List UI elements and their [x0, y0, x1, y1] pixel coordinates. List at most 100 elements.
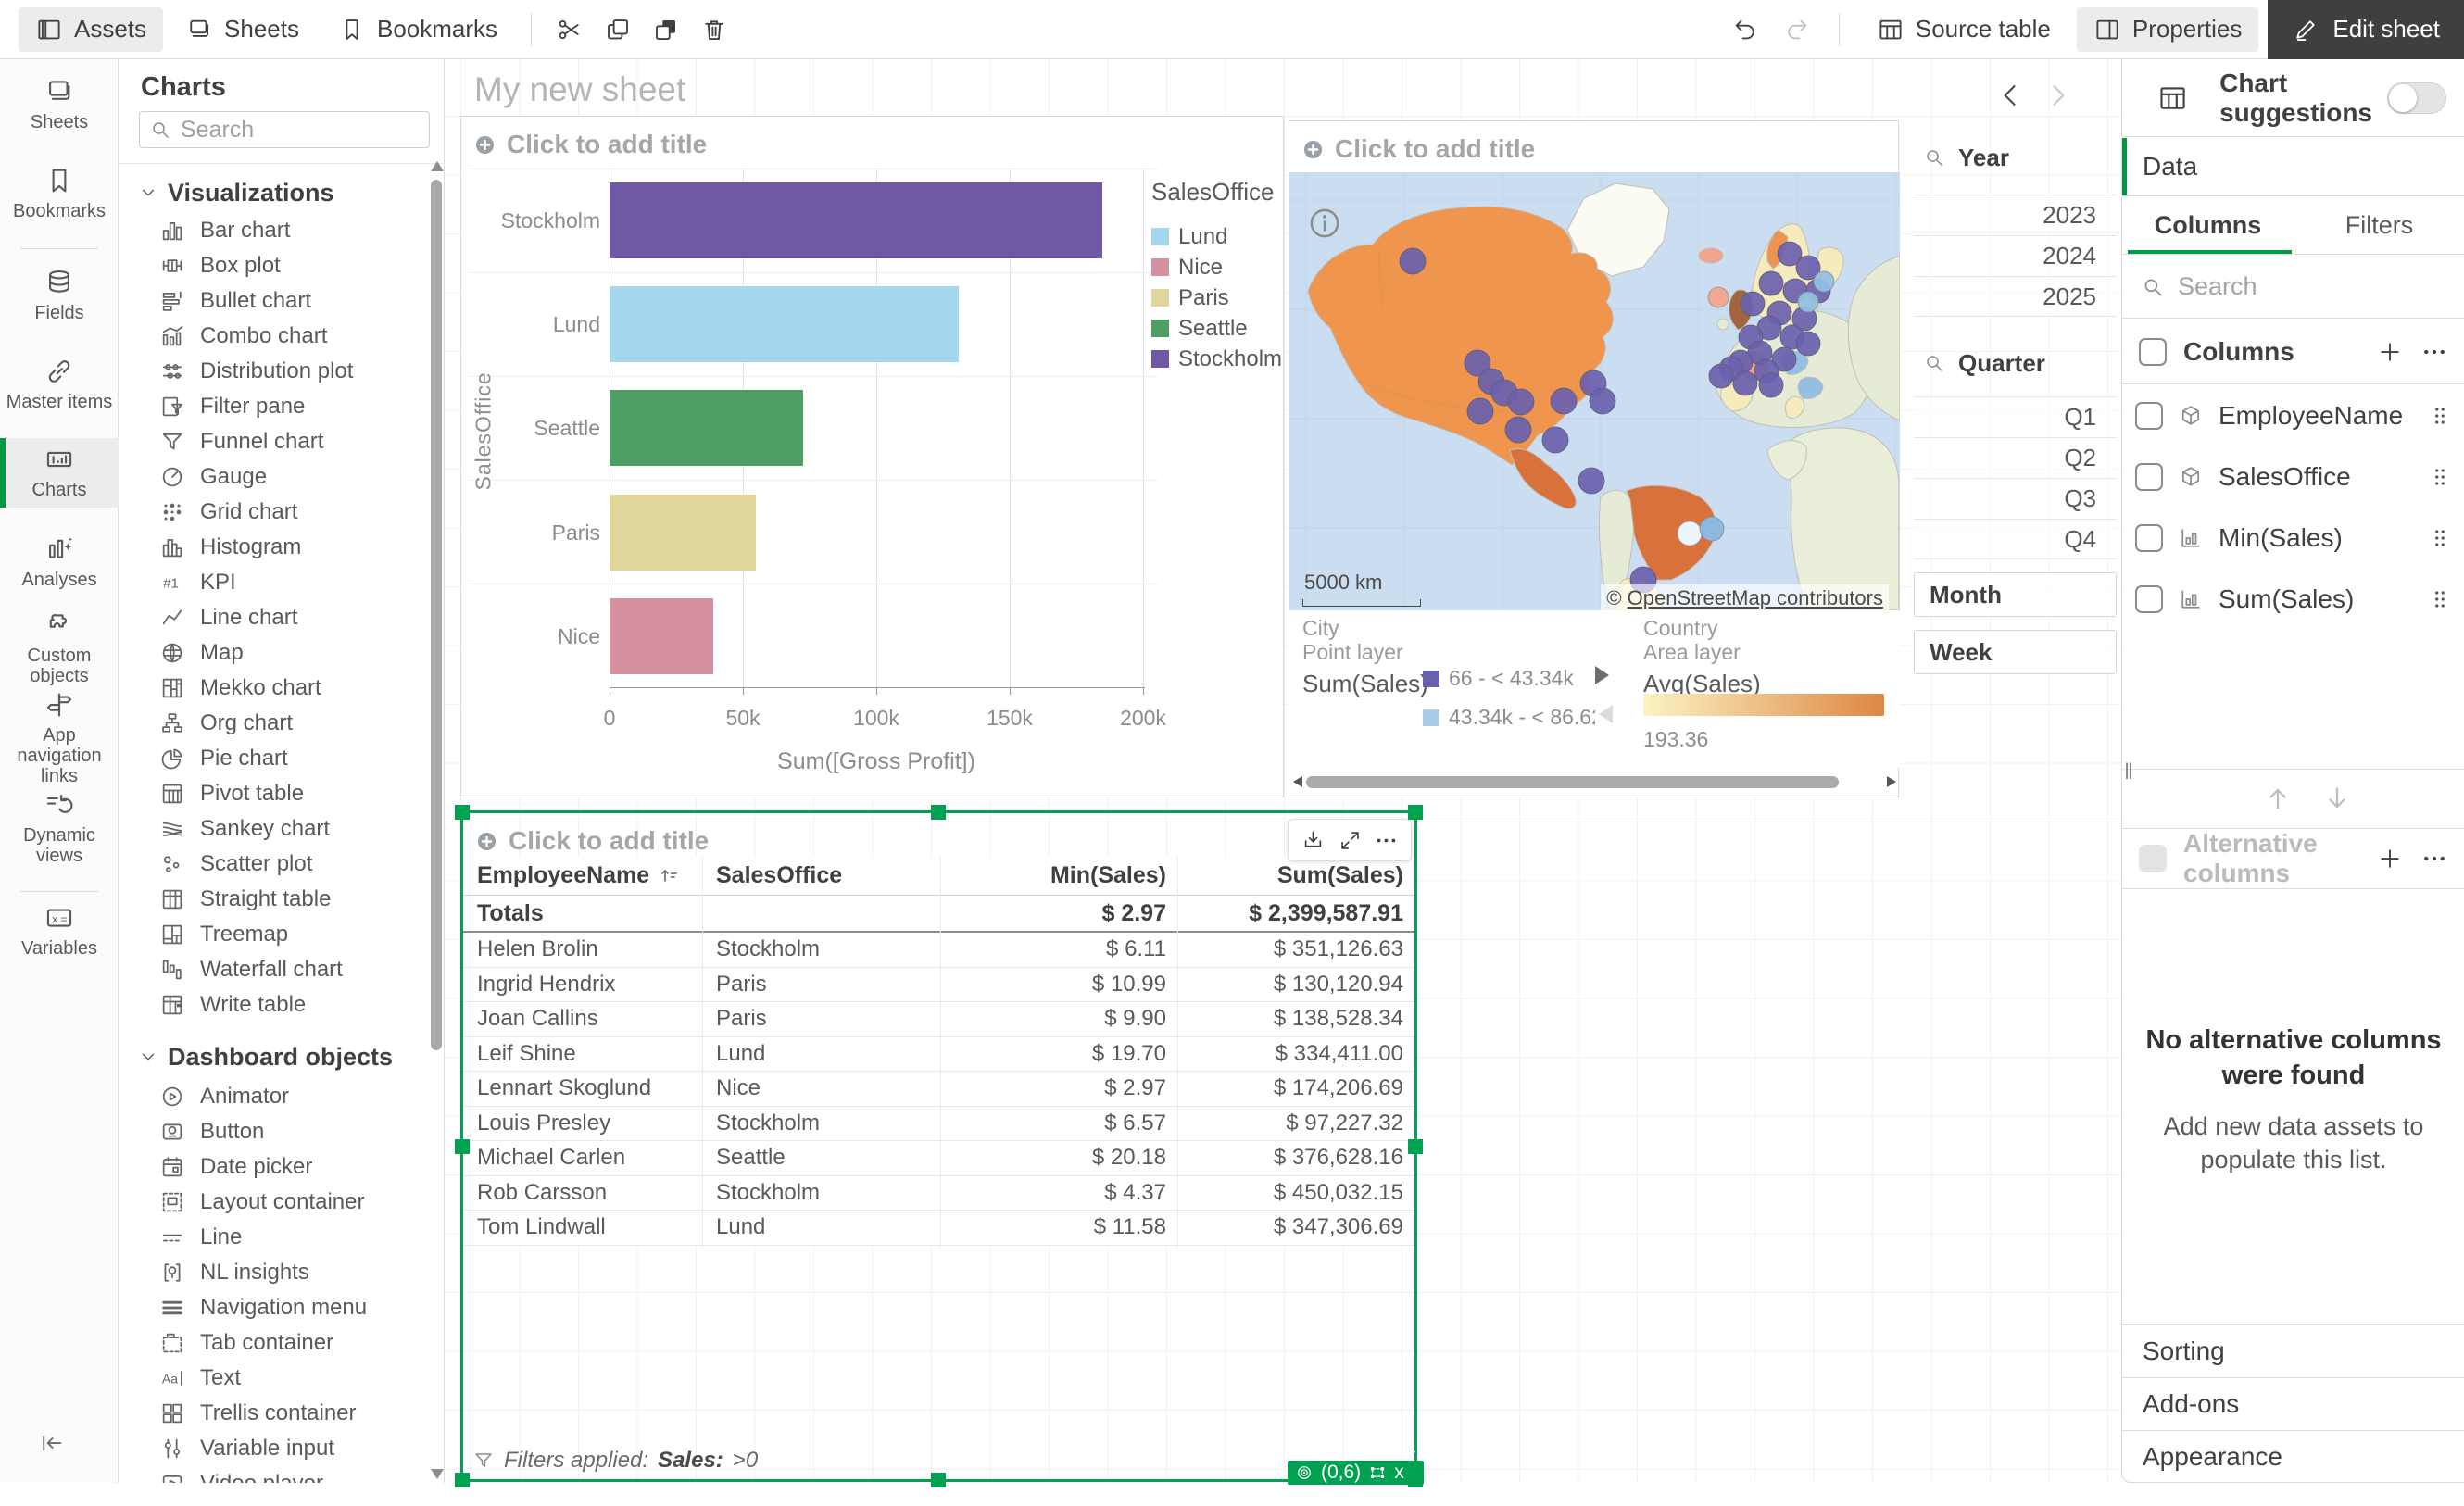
asset-item-gauge[interactable]: Gauge: [119, 459, 424, 495]
resize-handle[interactable]: [455, 805, 470, 820]
table-row[interactable]: Louis PresleyStockholm$ 6.57$ 97,227.32: [463, 1107, 1414, 1142]
cut-button[interactable]: [548, 8, 591, 51]
table-row[interactable]: Helen BrolinStockholm$ 6.11$ 351,126.63: [463, 933, 1414, 968]
asset-item-pivot-table[interactable]: Pivot table: [119, 776, 424, 811]
rail-item-custom-objects[interactable]: Customobjects: [0, 604, 119, 694]
resize-handle[interactable]: [455, 1473, 470, 1487]
drag-handle-icon[interactable]: [2428, 463, 2452, 491]
asset-item-filter-pane[interactable]: Filter pane: [119, 389, 424, 424]
filter-value-2024[interactable]: 2024: [1914, 235, 2117, 276]
legend-item-stockholm[interactable]: Stockholm: [1151, 344, 1283, 374]
chart-title-placeholder[interactable]: Click to add title: [472, 130, 707, 159]
filter-collapsed-week[interactable]: Week: [1914, 630, 2117, 674]
data-section-header[interactable]: Data: [2122, 138, 2464, 196]
rail-item-master-items[interactable]: Master items: [0, 350, 119, 420]
bookmarks-tab[interactable]: Bookmarks: [321, 7, 514, 52]
asset-item-grid-chart[interactable]: Grid chart: [119, 495, 424, 530]
filter-header-quarter[interactable]: Quarter: [1914, 343, 2117, 383]
column-header[interactable]: SalesOffice: [702, 862, 940, 889]
asset-item-sankey-chart[interactable]: Sankey chart: [119, 811, 424, 847]
asset-item-distribution-plot[interactable]: Distribution plot: [119, 354, 424, 389]
collapse-rail-icon[interactable]: [33, 1429, 74, 1461]
asset-item-variable-input[interactable]: Variable input: [119, 1431, 424, 1466]
filter-value-2023[interactable]: 2023: [1914, 195, 2117, 235]
scroll-up-icon[interactable]: [431, 161, 444, 171]
paste-button[interactable]: [645, 8, 687, 51]
table-row[interactable]: Tom LindwallLund$ 11.58$ 347,306.69: [463, 1211, 1414, 1246]
scrollbar-thumb[interactable]: [431, 180, 442, 1050]
asset-item-histogram[interactable]: Histogram: [119, 530, 424, 565]
rail-item-analyses[interactable]: Analyses: [0, 528, 119, 597]
asset-item-waterfall-chart[interactable]: Waterfall chart: [119, 952, 424, 987]
column-checkbox[interactable]: [2135, 463, 2163, 491]
asset-item-nl-insights[interactable]: NL insights: [119, 1255, 424, 1290]
tab-columns[interactable]: Columns: [2122, 211, 2294, 240]
bar-stockholm[interactable]: [610, 182, 1102, 258]
asset-item-line-chart[interactable]: Line chart: [119, 600, 424, 635]
asset-item-write-table[interactable]: Write table: [119, 987, 424, 1023]
column-header[interactable]: EmployeeName: [463, 862, 702, 889]
asset-item-bullet-chart[interactable]: Bullet chart: [119, 283, 424, 319]
scroll-right-icon[interactable]: [1887, 776, 1896, 787]
chart-suggestions-toggle[interactable]: [2387, 82, 2446, 114]
columns-search[interactable]: [2122, 256, 2464, 319]
assets-search[interactable]: [139, 111, 430, 148]
column-header[interactable]: Sum(Sales): [1177, 862, 1414, 889]
bar-seattle[interactable]: [610, 390, 803, 466]
column-checkbox[interactable]: [2135, 524, 2163, 552]
add-column-icon[interactable]: [2376, 338, 2404, 366]
resize-handle[interactable]: [931, 805, 946, 820]
asset-item-scatter-plot[interactable]: Scatter plot: [119, 847, 424, 882]
columns-select-all-checkbox[interactable]: [2139, 338, 2167, 366]
legend-item-paris[interactable]: Paris: [1151, 282, 1283, 313]
asset-item-org-chart[interactable]: Org chart: [119, 706, 424, 741]
rail-item-dynamic-views[interactable]: Dynamicviews: [0, 784, 119, 873]
legend-item-nice[interactable]: Nice: [1151, 252, 1283, 282]
tab-filters[interactable]: Filters: [2294, 211, 2464, 240]
asset-item-tab-container[interactable]: Tab container: [119, 1325, 424, 1361]
property-column-minsales[interactable]: Min(Sales): [2122, 508, 2464, 569]
asset-item-pie-chart[interactable]: Pie chart: [119, 741, 424, 776]
asset-item-line[interactable]: Line: [119, 1220, 424, 1255]
asset-item-kpi[interactable]: #1KPI: [119, 565, 424, 600]
filter-header-year[interactable]: Year: [1914, 137, 2117, 178]
drag-handle-icon[interactable]: [2428, 585, 2452, 613]
straight-table-object[interactable]: Click to add title EmployeeNameSalesOffi…: [460, 810, 1417, 1482]
bar-paris[interactable]: [610, 495, 756, 571]
property-column-sumsales[interactable]: Sum(Sales): [2122, 569, 2464, 630]
scroll-down-icon[interactable]: [431, 1469, 444, 1479]
download-icon[interactable]: [1301, 828, 1326, 853]
table-row[interactable]: Rob CarssonStockholm$ 4.37$ 450,032.15: [463, 1176, 1414, 1211]
filter-value-q1[interactable]: Q1: [1914, 396, 2117, 437]
asset-item-funnel-chart[interactable]: Funnel chart: [119, 424, 424, 459]
assets-tab[interactable]: Assets: [19, 7, 163, 52]
info-icon[interactable]: [1306, 205, 1343, 242]
rail-item-charts[interactable]: Charts: [0, 438, 119, 508]
rail-item-sheets[interactable]: Sheets: [0, 70, 119, 140]
property-column-salesoffice[interactable]: SalesOffice: [2122, 446, 2464, 508]
resize-handle[interactable]: [1408, 1139, 1423, 1154]
scrollbar-thumb[interactable]: [1306, 776, 1839, 788]
asset-item-text[interactable]: AaText: [119, 1361, 424, 1396]
filter-value-q3[interactable]: Q3: [1914, 478, 2117, 519]
map-title-placeholder[interactable]: Click to add title: [1301, 134, 1535, 164]
map-object[interactable]: Click to add title: [1289, 120, 1899, 797]
sheets-tab[interactable]: Sheets: [169, 7, 316, 52]
asset-item-mekko-chart[interactable]: Mekko chart: [119, 671, 424, 706]
legend-prev-icon[interactable]: [1599, 705, 1613, 723]
rail-item-fields[interactable]: Fields: [0, 261, 119, 331]
fullscreen-icon[interactable]: [1338, 828, 1363, 853]
table-row[interactable]: Joan CallinsParis$ 9.90$ 138,528.34: [463, 1002, 1414, 1037]
panel-divider[interactable]: [2122, 769, 2464, 770]
columns-more-icon[interactable]: [2420, 338, 2448, 366]
move-down-icon[interactable]: [2320, 782, 2354, 815]
table-title-placeholder[interactable]: Click to add title: [474, 826, 709, 856]
map-attribution[interactable]: © OpenStreetMap contributors: [1601, 584, 1889, 612]
property-column-employeename[interactable]: EmployeeName: [2122, 385, 2464, 446]
asset-item-layout-container[interactable]: Layout container: [119, 1185, 424, 1220]
redo-button[interactable]: [1776, 8, 1818, 51]
section-sorting[interactable]: Sorting: [2122, 1324, 2464, 1377]
section-appearance[interactable]: Appearance: [2122, 1430, 2464, 1483]
assets-search-input[interactable]: [181, 117, 420, 144]
asset-item-trellis-container[interactable]: Trellis container: [119, 1396, 424, 1431]
